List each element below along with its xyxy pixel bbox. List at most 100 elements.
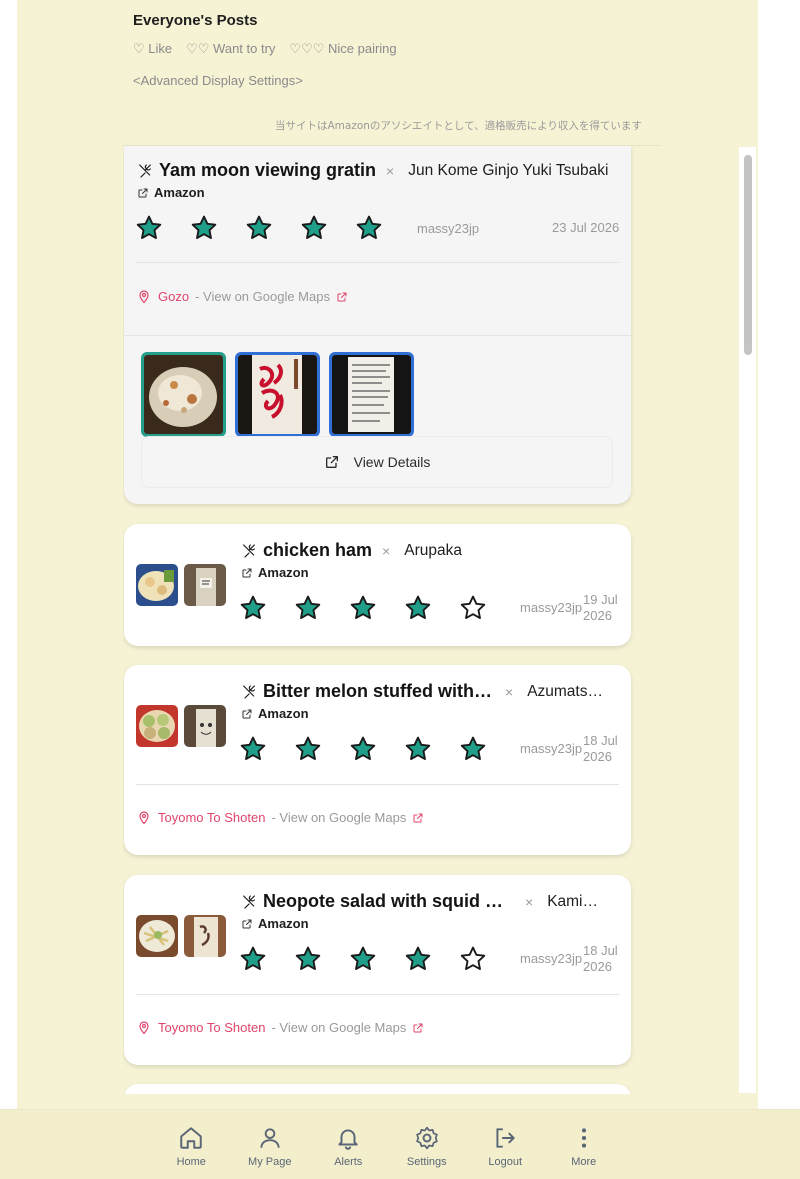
home-icon: [180, 1127, 202, 1149]
post-user[interactable]: massy23jp: [520, 600, 582, 615]
post-date: 23 Jul 2026: [552, 220, 620, 235]
post-date-day: 19 Jul: [583, 592, 618, 607]
photo-sake-label[interactable]: [235, 352, 320, 437]
drink-name[interactable]: Arupaka: [404, 542, 462, 560]
drink-thumbnail[interactable]: [184, 564, 226, 606]
legend-like: ♡ Like: [133, 41, 173, 56]
post-title-row: Neopote salad with squid m… × Kami…: [241, 891, 623, 912]
map-pin-icon: [138, 290, 150, 304]
star-filled-icon: [239, 735, 267, 763]
close-icon: ×: [382, 542, 391, 559]
external-link-icon: [241, 918, 253, 930]
star-outline-icon: [459, 594, 487, 622]
utensils-icon: [241, 684, 257, 700]
dish-thumbnail[interactable]: [136, 564, 178, 606]
close-icon: ×: [386, 162, 395, 179]
post-user[interactable]: massy23jp: [417, 221, 479, 236]
nav-my-page-label: My Page: [248, 1156, 292, 1168]
more-vertical-icon: [581, 1128, 586, 1148]
post-date: 18 Jul 2026: [583, 733, 618, 765]
shop-name-link[interactable]: Gozo: [158, 289, 189, 304]
main-page: Everyone's Posts ♡ Like ♡♡ Want to try ♡…: [17, 0, 758, 1179]
post-date: 18 Jul 2026: [583, 943, 618, 975]
external-link-icon: [241, 708, 253, 720]
photo-sake-back-label[interactable]: [329, 352, 414, 437]
dish-name[interactable]: Yam moon viewing gratin: [159, 160, 376, 181]
amazon-link[interactable]: Amazon: [241, 706, 309, 721]
card-divider: [136, 784, 619, 785]
post-date: 19 Jul 2026: [583, 592, 618, 624]
amazon-label: Amazon: [258, 706, 309, 721]
feed-scrollbar[interactable]: [739, 147, 756, 1093]
drink-thumbnail[interactable]: [184, 915, 226, 957]
legend-want-to-try: ♡♡ Want to try: [186, 41, 276, 56]
rating-stars: [239, 735, 487, 763]
external-link-icon: [412, 1022, 424, 1034]
shop-name-link[interactable]: Toyomo To Shoten: [158, 1020, 265, 1035]
close-icon: ×: [505, 683, 514, 700]
star-filled-icon: [190, 214, 218, 242]
post-date-day: 18 Jul: [583, 733, 618, 748]
post-date-year: 2026: [583, 608, 612, 623]
map-pin-icon: [138, 811, 150, 825]
post-user[interactable]: massy23jp: [520, 741, 582, 756]
star-outline-icon: [459, 945, 487, 973]
utensils-icon: [241, 543, 257, 559]
amazon-link[interactable]: Amazon: [241, 916, 309, 931]
post-card[interactable]: chicken ham × Arupaka Amazon massy23jp 1…: [124, 524, 631, 646]
advanced-display-settings-link[interactable]: <Advanced Display Settings>: [133, 73, 673, 88]
amazon-label: Amazon: [258, 565, 309, 580]
thumbnail-group: [136, 915, 226, 957]
dish-name[interactable]: Neopote salad with squid m…: [263, 891, 515, 912]
post-card[interactable]: Neopote salad with squid m… × Kami… Amaz…: [124, 875, 631, 1065]
post-date-day: 18 Jul: [583, 943, 618, 958]
post-feed[interactable]: Yam moon viewing gratin × Jun Kome Ginjo…: [123, 146, 653, 1094]
google-maps-link[interactable]: - View on Google Maps: [195, 289, 330, 304]
location-row: Toyomo To Shoten - View on Google Maps: [138, 1020, 424, 1035]
close-icon: ×: [525, 893, 534, 910]
shop-name-link[interactable]: Toyomo To Shoten: [158, 810, 265, 825]
star-filled-icon: [459, 735, 487, 763]
nav-home[interactable]: Home: [152, 1110, 231, 1179]
drink-thumbnail[interactable]: [184, 705, 226, 747]
external-link-icon: [241, 567, 253, 579]
dish-thumbnail[interactable]: [136, 705, 178, 747]
card-divider: [136, 262, 619, 263]
nav-alerts[interactable]: Alerts: [309, 1110, 388, 1179]
post-title-row: Bitter melon stuffed with … × Azumats…: [241, 681, 623, 702]
utensils-icon: [137, 163, 153, 179]
drink-name[interactable]: Jun Kome Ginjo Yuki Tsubaki: [408, 162, 608, 180]
nav-logout[interactable]: Logout: [466, 1110, 545, 1179]
view-details-button[interactable]: View Details: [141, 436, 613, 488]
post-card[interactable]: Bitter melon stuffed with … × Azumats… A…: [124, 665, 631, 855]
drink-name[interactable]: Azumats…: [527, 683, 603, 701]
photo-gallery: [141, 352, 414, 437]
nav-more[interactable]: More: [545, 1110, 624, 1179]
scrollbar-thumb[interactable]: [744, 155, 752, 355]
photo-gratin[interactable]: [141, 352, 226, 437]
external-link-icon: [137, 187, 149, 199]
dish-name[interactable]: chicken ham: [263, 540, 372, 561]
nav-my-page[interactable]: My Page: [231, 1110, 310, 1179]
post-card[interactable]: Yam moon viewing gratin × Jun Kome Ginjo…: [124, 146, 631, 504]
post-user[interactable]: massy23jp: [520, 951, 582, 966]
google-maps-link[interactable]: - View on Google Maps: [271, 810, 406, 825]
amazon-link[interactable]: Amazon: [137, 185, 205, 200]
star-filled-icon: [349, 945, 377, 973]
post-card[interactable]: [124, 1084, 631, 1094]
dish-thumbnail[interactable]: [136, 915, 178, 957]
drink-name[interactable]: Kami…: [547, 893, 598, 911]
amazon-link[interactable]: Amazon: [241, 565, 309, 580]
dish-name[interactable]: Bitter melon stuffed with …: [263, 681, 495, 702]
external-link-icon: [336, 291, 348, 303]
google-maps-link[interactable]: - View on Google Maps: [271, 1020, 406, 1035]
nav-settings[interactable]: Settings: [388, 1110, 467, 1179]
star-filled-icon: [135, 214, 163, 242]
post-date-year: 2026: [583, 749, 612, 764]
logout-icon: [496, 1128, 515, 1148]
star-filled-icon: [294, 735, 322, 763]
nav-more-label: More: [571, 1156, 597, 1168]
utensils-icon: [241, 894, 257, 910]
post-title-row: chicken ham × Arupaka: [241, 540, 611, 561]
star-filled-icon: [355, 214, 383, 242]
